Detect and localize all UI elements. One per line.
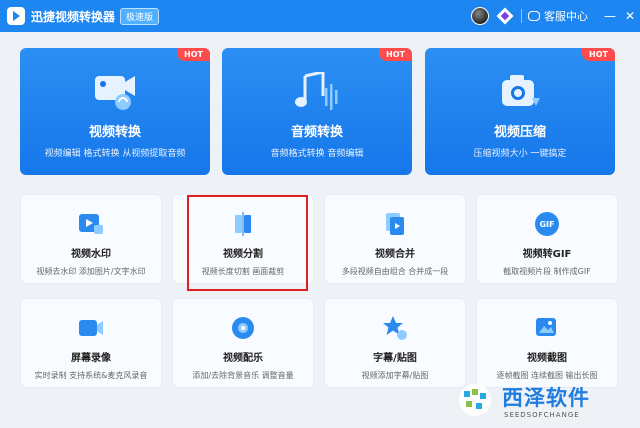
watermark-icon <box>78 211 104 237</box>
video-convert-icon <box>93 72 137 112</box>
card-split[interactable]: 视频分割 视频长度切割 画面裁剪 <box>172 194 314 284</box>
music-icon <box>230 315 256 341</box>
title-bar-actions: 客服中心 — ✕ <box>471 0 640 32</box>
merge-icon <box>382 211 408 237</box>
card-subtitle: 压缩视频大小 一键搞定 <box>473 149 567 159</box>
card-title: 视频压缩 <box>493 125 546 140</box>
card-audio-convert[interactable]: HOT 音频转换 音频格式转换 音频编辑 <box>222 48 412 175</box>
card-title: 屏幕录像 <box>71 353 111 364</box>
card-music[interactable]: 视频配乐 添加/去除背景音乐 调整音量 <box>172 298 314 388</box>
gif-icon: GIF <box>534 211 560 237</box>
watermark-logo-icon <box>458 383 492 417</box>
divider <box>521 9 522 23</box>
avatar[interactable] <box>471 7 489 25</box>
card-subtitle-sticker[interactable]: 字幕/贴图 视频添加字幕/贴图 <box>324 298 466 388</box>
screen-record-icon <box>78 315 104 341</box>
chat-icon[interactable] <box>528 11 540 21</box>
card-title: 视频转GIF <box>522 249 572 260</box>
video-compress-icon <box>498 72 542 112</box>
card-subtitle: 视频编辑 格式转换 从视频提取音频 <box>44 149 186 159</box>
card-title: 视频水印 <box>71 249 111 260</box>
watermark-text: 西泽软件 <box>502 386 590 410</box>
vip-icon[interactable] <box>496 7 514 25</box>
service-center-link[interactable]: 客服中心 <box>544 8 588 24</box>
split-icon <box>230 211 256 237</box>
card-watermark[interactable]: 视频水印 视频去水印 添加图片/文字水印 <box>20 194 162 284</box>
card-title: 视频分割 <box>223 249 263 260</box>
audio-convert-icon <box>295 70 339 112</box>
app-logo-icon <box>7 7 25 25</box>
card-subtitle: 视频长度切割 画面裁剪 <box>201 267 285 276</box>
card-merge[interactable]: 视频合并 多段视频自由组合 合并成一段 <box>324 194 466 284</box>
hot-badge: HOT <box>379 48 412 61</box>
card-subtitle: 实时录制 支持系统&麦克风录音 <box>34 371 148 380</box>
card-subtitle: 多段视频自由组合 合并成一段 <box>341 267 449 276</box>
card-subtitle: 视频添加字幕/贴图 <box>361 371 429 380</box>
app-title: 迅捷视频转换器 <box>31 9 116 24</box>
card-screen-record[interactable]: 屏幕录像 实时录制 支持系统&麦克风录音 <box>20 298 162 388</box>
card-title: 视频合并 <box>375 249 415 260</box>
hot-badge: HOT <box>177 48 210 61</box>
card-subtitle: 音频格式转换 音频编辑 <box>270 149 364 159</box>
card-title: 字幕/贴图 <box>373 353 417 364</box>
close-button[interactable]: ✕ <box>620 9 640 23</box>
hot-badge: HOT <box>582 48 615 61</box>
card-subtitle: 截取视频片段 制作成GIF <box>503 267 591 276</box>
card-video-compress[interactable]: HOT 视频压缩 压缩视频大小 一键搞定 <box>425 48 615 175</box>
watermark: 西泽软件 SEEDSOFCHANGE <box>458 380 640 428</box>
card-screenshot[interactable]: 视频截图 逐帧截图 连续截图 输出长图 <box>476 298 618 388</box>
card-subtitle: 添加/去除背景音乐 调整音量 <box>192 371 294 380</box>
card-title: 音频转换 <box>290 125 343 140</box>
card-title: 视频配乐 <box>223 353 263 364</box>
edition-badge[interactable]: 极速版 <box>120 7 160 25</box>
watermark-subtext: SEEDSOFCHANGE <box>504 411 580 419</box>
card-gif[interactable]: GIF 视频转GIF 截取视频片段 制作成GIF <box>476 194 618 284</box>
card-video-convert[interactable]: HOT 视频转换 视频编辑 格式转换 从视频提取音频 <box>20 48 210 175</box>
screenshot-icon <box>534 315 560 341</box>
minimize-button[interactable]: — <box>600 9 620 23</box>
card-subtitle: 视频去水印 添加图片/文字水印 <box>36 267 146 276</box>
svg-text:GIF: GIF <box>539 220 554 229</box>
title-bar: 迅捷视频转换器 极速版 客服中心 — ✕ <box>0 0 640 32</box>
card-title: 视频转换 <box>88 125 141 140</box>
card-title: 视频截图 <box>527 353 567 364</box>
subtitle-icon <box>382 315 408 341</box>
